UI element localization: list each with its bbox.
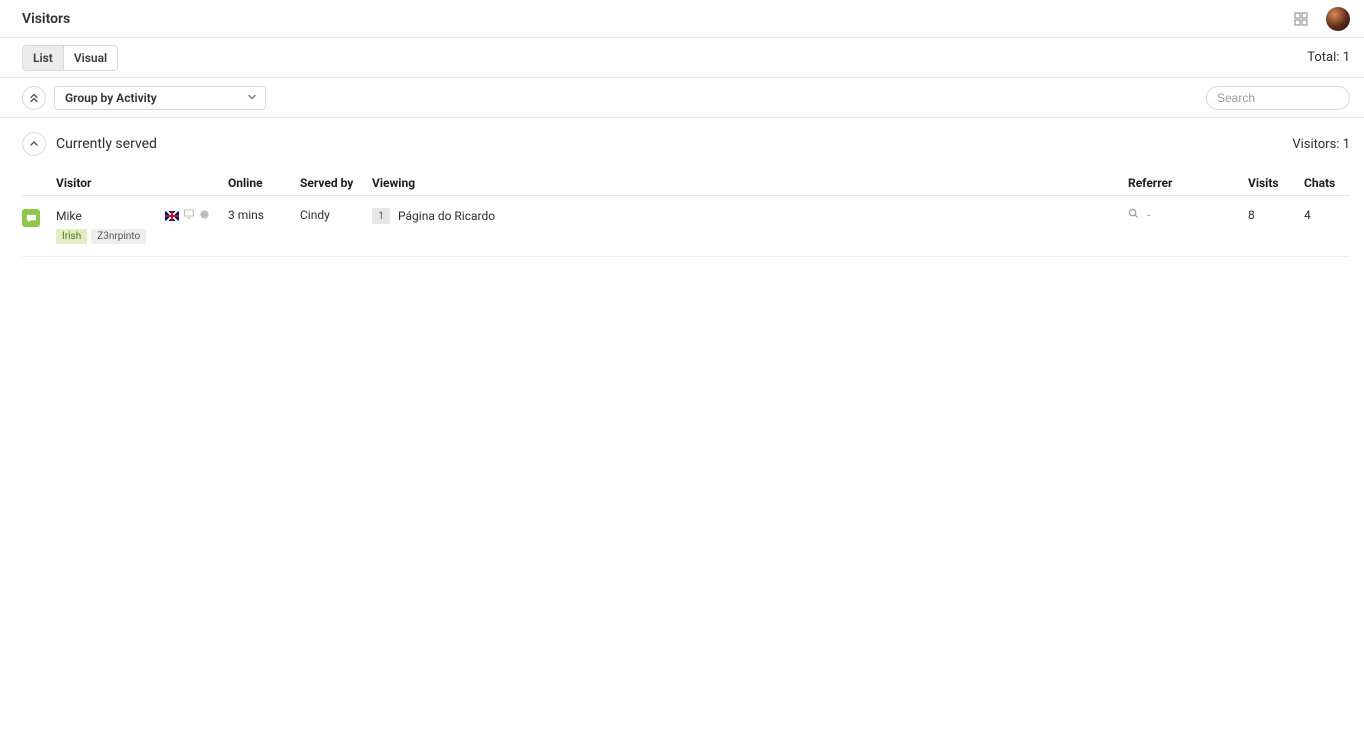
cell-chats: 4 [1304,208,1350,222]
chevron-down-icon [247,91,257,105]
tab-visual[interactable]: Visual [63,46,117,70]
col-referrer: Referrer [1128,176,1248,190]
visitor-tag: Irish [56,229,87,244]
cell-visits: 8 [1248,208,1304,222]
user-avatar[interactable] [1326,7,1350,31]
page-title: Visitors [22,11,70,27]
cell-online: 3 mins [228,208,300,222]
visitor-name: Mike [56,209,82,223]
total-count: Total: 1 [1307,50,1350,65]
group-by-select[interactable]: Group by Activity [54,86,266,110]
collapse-all-button[interactable] [22,86,46,110]
search-input[interactable] [1206,86,1350,110]
col-served-by: Served by [300,176,372,190]
col-chats: Chats [1304,176,1350,190]
tab-list[interactable]: List [23,46,63,70]
grid-view-icon[interactable] [1294,12,1308,26]
col-online: Online [228,176,300,190]
table-header: Visitor Online Served by Viewing Referre… [22,170,1350,196]
col-viewing: Viewing [372,176,1128,190]
desktop-icon [183,208,195,223]
viewing-count-badge: 1 [372,208,390,224]
browser-icon [199,209,210,223]
col-visitor: Visitor [56,176,228,190]
table-row[interactable]: Mike Irish Z3nrpinto 3 mins [22,196,1350,257]
chat-icon [22,209,40,227]
search-icon [1128,208,1139,222]
cell-referrer: - [1147,208,1150,222]
cell-served-by: Cindy [300,208,372,222]
section-toggle-button[interactable] [22,132,46,156]
flag-uk-icon [165,211,179,221]
view-tabs: List Visual [22,45,118,71]
group-by-label: Group by Activity [65,91,157,105]
col-visits: Visits [1248,176,1304,190]
viewing-page: Página do Ricardo [398,209,495,223]
section-count: Visitors: 1 [1292,137,1350,152]
section-title: Currently served [56,136,157,152]
visitor-tag: Z3nrpinto [91,229,146,244]
